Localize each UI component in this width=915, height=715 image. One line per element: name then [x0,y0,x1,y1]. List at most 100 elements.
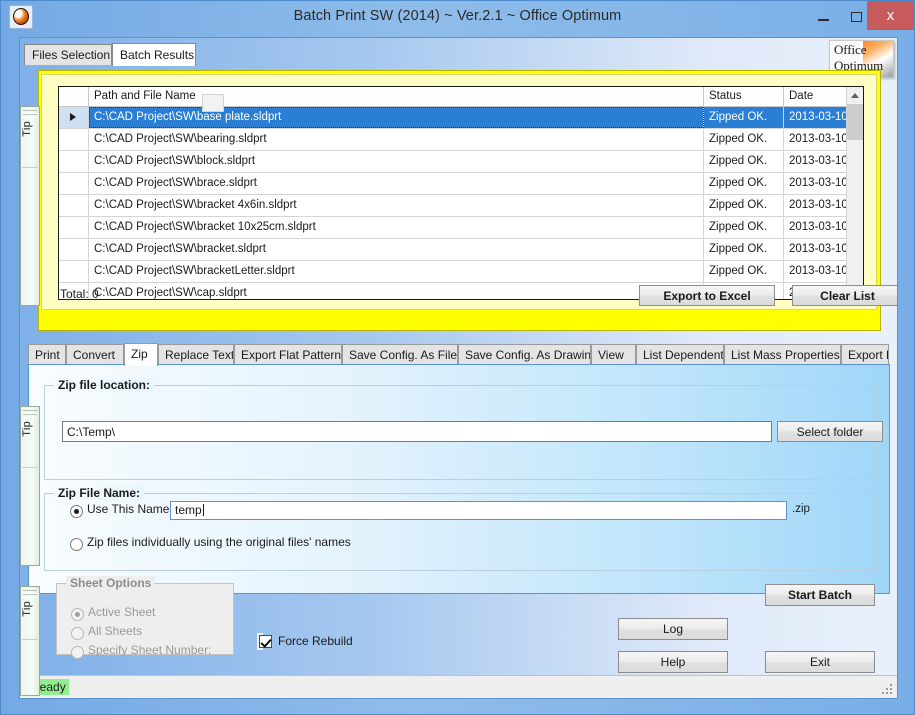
total-label: Total: 0 [60,287,99,301]
tip-panel-bottom[interactable]: Tip [20,586,40,696]
cell-path[interactable]: C:\CAD Project\SW\bracketLetter.sldprt [89,261,704,282]
force-rebuild-checkbox-wrap[interactable]: Force Rebuild [257,633,263,650]
action-tab-save-config-as-drawings[interactable]: Save Config. As Drawings [458,344,591,365]
action-tab-replace-text[interactable]: Replace Text [158,344,234,365]
start-batch-button[interactable]: Start Batch [765,584,875,606]
action-tab-export-b[interactable]: Export B [841,344,889,365]
row-indicator-icon [70,113,76,121]
cell-path[interactable]: C:\CAD Project\SW\bracket 10x25cm.sldprt [89,217,704,238]
column-header-selector[interactable] [59,87,89,106]
radio-zip-individually[interactable] [70,538,83,551]
zip-location-input[interactable] [62,421,772,442]
cell-path[interactable]: C:\CAD Project\SW\bracket 4x6in.sldprt [89,195,704,216]
column-header-path[interactable]: Path and File Name [89,87,704,106]
table-row[interactable]: C:\CAD Project\SW\brace.sldprtZipped OK.… [59,173,863,195]
row-selector-cell[interactable] [59,261,89,282]
clear-list-button[interactable]: Clear List [792,285,898,306]
window-title: Batch Print SW (2014) ~ Ver.2.1 ~ Office… [1,1,914,32]
row-selector-cell[interactable] [59,173,89,194]
tab-batch-results[interactable]: Batch Results [112,43,196,66]
action-tab-convert[interactable]: Convert [66,344,124,365]
action-tab-zip[interactable]: Zip [124,343,158,366]
radio-all-sheets [71,627,84,640]
tip-panel-middle[interactable]: Tip [20,406,40,566]
cell-path[interactable]: C:\CAD Project\SW\brace.sldprt [89,173,704,194]
results-vertical-scrollbar[interactable] [846,87,863,299]
column-header-status[interactable]: Status [704,87,784,106]
row-selector-cell[interactable] [59,195,89,216]
row-selector-cell[interactable] [59,239,89,260]
zip-location-group-title: Zip file location: [54,378,154,392]
batch-results-panel: Path and File Name Status Date C:\CAD Pr… [38,70,881,331]
radio-zip-individually-label[interactable]: Zip files individually using the origina… [87,535,351,549]
radio-specify-sheet-number-label: Specify Sheet Number: [88,643,211,657]
table-row[interactable]: C:\CAD Project\SW\base plate.sldprtZippe… [59,107,863,129]
tip-label: Tip [21,601,41,617]
tip-divider [22,639,38,640]
scroll-up-icon[interactable] [847,87,863,104]
zip-name-input[interactable]: temp [170,501,787,520]
title-bar: Batch Print SW (2014) ~ Ver.2.1 ~ Office… [1,1,914,32]
tip-grip-icon [23,414,37,418]
action-tab-save-config-as-files[interactable]: Save Config. As Files [342,344,458,365]
table-row[interactable]: C:\CAD Project\SW\bearing.sldprtZipped O… [59,129,863,151]
results-grid[interactable]: Path and File Name Status Date C:\CAD Pr… [58,86,864,300]
specify-sheet-number-input [202,94,224,112]
client-area: Files Selection Batch Results Office Opt… [19,37,898,699]
zip-extension-label: .zip [792,503,810,515]
action-tab-print[interactable]: Print [28,344,66,365]
tip-grip-icon [23,114,37,118]
close-button[interactable]: x [867,1,914,30]
table-row[interactable]: C:\CAD Project\SW\bracket 10x25cm.sldprt… [59,217,863,239]
select-folder-button[interactable]: Select folder [777,421,883,442]
action-tab-export-flat-pattern[interactable]: Export Flat Pattern [234,344,342,365]
force-rebuild-label[interactable]: Force Rebuild [278,633,353,650]
tab-files-selection[interactable]: Files Selection [24,44,112,65]
cell-status[interactable]: Zipped OK. [704,151,784,172]
cell-status[interactable]: Zipped OK. [704,107,784,128]
cell-status[interactable]: Zipped OK. [704,129,784,150]
status-bar: Ready [20,675,897,698]
help-button[interactable]: Help [618,651,728,673]
cell-status[interactable]: Zipped OK. [704,195,784,216]
radio-use-this-name-label[interactable]: Use This Name: [87,502,173,516]
cell-path[interactable]: C:\CAD Project\SW\bracket.sldprt [89,239,704,260]
row-selector-cell[interactable] [59,107,89,128]
tip-panel-top[interactable]: Tip [20,106,40,306]
row-selector-cell[interactable] [59,129,89,150]
zip-filename-group-title: Zip File Name: [54,486,144,500]
table-row[interactable]: C:\CAD Project\SW\bracketLetter.sldprtZi… [59,261,863,283]
cell-status[interactable]: Zipped OK. [704,261,784,282]
exit-button[interactable]: Exit [765,651,875,673]
resize-grip-icon[interactable] [880,682,894,696]
text-caret [203,504,204,516]
row-selector-cell[interactable] [59,151,89,172]
cell-path[interactable]: C:\CAD Project\SW\cap.sldprt [89,283,704,300]
scrollbar-thumb[interactable] [847,104,863,140]
tip-grip-icon [23,594,37,598]
cell-path[interactable]: C:\CAD Project\SW\block.sldprt [89,151,704,172]
tip-label: Tip [21,421,41,437]
cell-status[interactable]: Zipped OK. [704,239,784,260]
results-grid-header: Path and File Name Status Date [59,87,863,107]
radio-specify-sheet-number [71,646,84,659]
sheet-options-group: Sheet Options Active Sheet All Sheets Sp… [56,583,234,655]
cell-status[interactable]: Zipped OK. [704,217,784,238]
log-button[interactable]: Log [618,618,728,640]
zip-name-value: temp [175,503,202,517]
export-to-excel-button[interactable]: Export to Excel [639,285,775,306]
cell-path[interactable]: C:\CAD Project\SW\base plate.sldprt [89,107,704,128]
table-row[interactable]: C:\CAD Project\SW\bracket 4x6in.sldprtZi… [59,195,863,217]
radio-use-this-name[interactable] [70,505,83,518]
table-row[interactable]: C:\CAD Project\SW\bracket.sldprtZipped O… [59,239,863,261]
zip-options-panel: Zip file location: Select folder Zip Fil… [28,364,890,594]
table-row[interactable]: C:\CAD Project\SW\block.sldprtZipped OK.… [59,151,863,173]
cell-status[interactable]: Zipped OK. [704,173,784,194]
force-rebuild-checkbox[interactable] [259,635,272,648]
action-tab-list-mass-properties[interactable]: List Mass Properties [724,344,841,365]
cell-path[interactable]: C:\CAD Project\SW\bearing.sldprt [89,129,704,150]
action-tab-view[interactable]: View [591,344,636,365]
row-selector-cell[interactable] [59,217,89,238]
action-tab-list-dependents[interactable]: List Dependents [636,344,724,365]
radio-active-sheet [71,608,84,621]
